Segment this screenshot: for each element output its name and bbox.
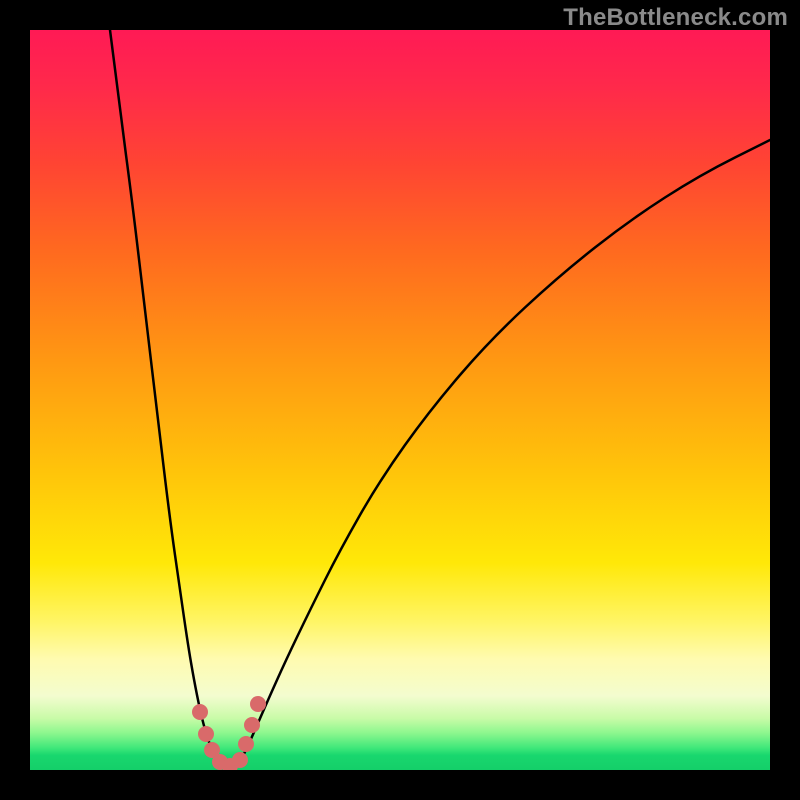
marker-dot bbox=[192, 704, 208, 720]
marker-dot bbox=[244, 717, 260, 733]
curve-left bbox=[110, 30, 218, 762]
curve-right bbox=[240, 140, 770, 762]
watermark-text: TheBottleneck.com bbox=[563, 4, 788, 32]
marker-dot bbox=[232, 752, 248, 768]
marker-dot bbox=[250, 696, 266, 712]
chart-svg bbox=[30, 30, 770, 770]
marker-dot bbox=[198, 726, 214, 742]
outer-frame: TheBottleneck.com bbox=[0, 0, 800, 800]
marker-dot bbox=[238, 736, 254, 752]
plot-area bbox=[30, 30, 770, 770]
